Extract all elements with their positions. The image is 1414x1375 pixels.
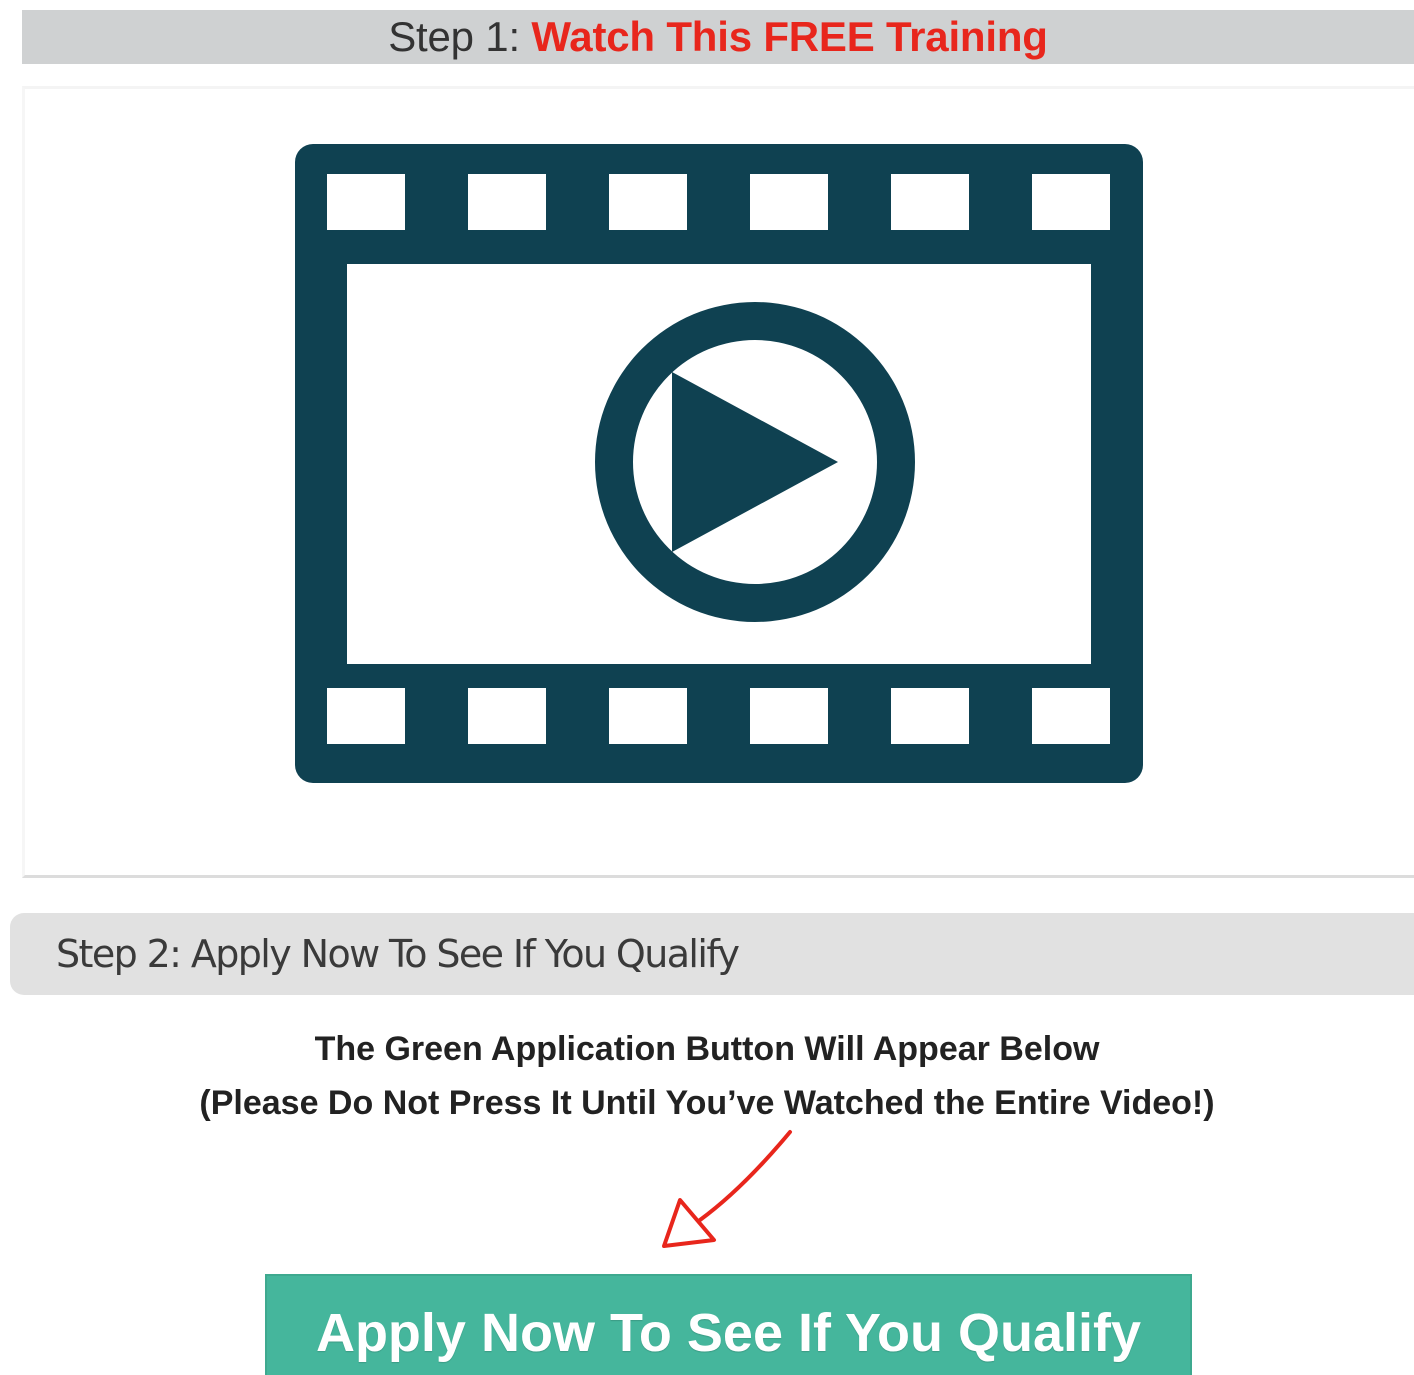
step2-label: Step 2: Apply Now To See If You Qualify	[56, 932, 740, 976]
notice-line-1: The Green Application Button Will Appear…	[314, 1030, 1100, 1068]
apply-now-button[interactable]: Apply Now To See If You Qualify	[265, 1274, 1192, 1375]
red-arrow-down-left-icon	[662, 1130, 792, 1248]
step1-prefix: Step 1:	[388, 13, 520, 60]
notice-line-2: (Please Do Not Press It Until You’ve Wat…	[199, 1084, 1215, 1122]
step2-header: Step 2: Apply Now To See If You Qualify	[10, 913, 1414, 995]
film-strip-play-icon[interactable]	[295, 144, 1143, 783]
apply-now-button-label: Apply Now To See If You Qualify	[315, 1303, 1142, 1363]
step1-header: Step 1: Watch This FREE Training	[22, 10, 1414, 64]
play-triangle	[672, 372, 838, 552]
notice-text: The Green Application Button Will Appear…	[0, 1026, 1414, 1134]
step1-highlight: Watch This FREE Training	[531, 13, 1048, 60]
